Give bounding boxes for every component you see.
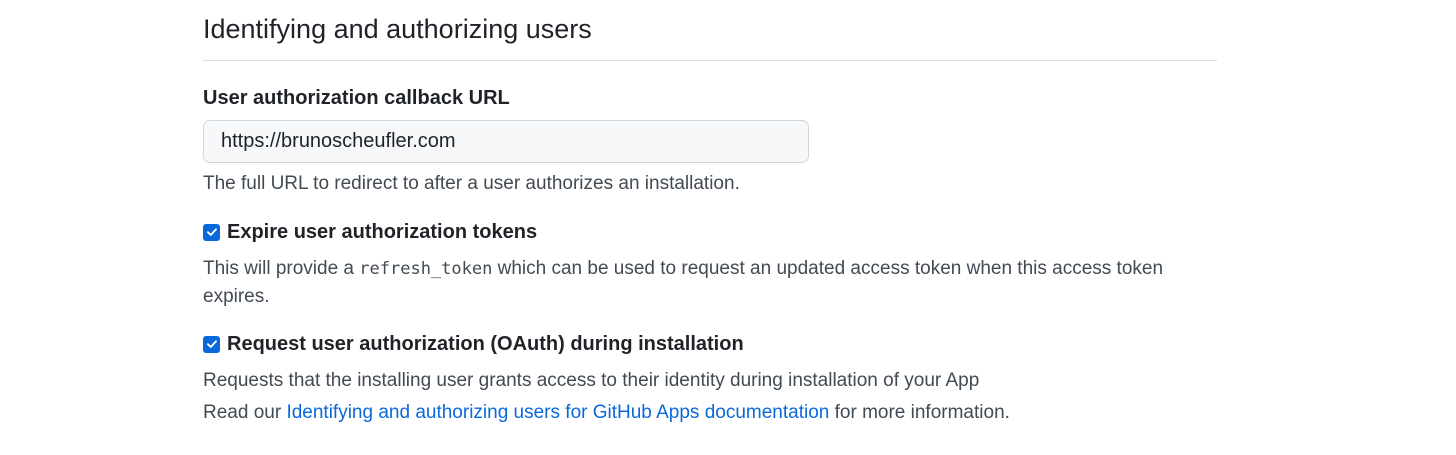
- request-oauth-label[interactable]: Request user authorization (OAuth) durin…: [227, 330, 744, 358]
- expire-tokens-label[interactable]: Expire user authorization tokens: [227, 218, 537, 246]
- request-oauth-option[interactable]: Request user authorization (OAuth) durin…: [203, 330, 744, 358]
- checkmark-icon: [206, 340, 217, 348]
- request-oauth-note: Requests that the installing user grants…: [203, 370, 980, 391]
- callback-url-input[interactable]: [203, 120, 809, 163]
- expire-tokens-note-start: This will provide a: [203, 258, 360, 279]
- callback-url-label: User authorization callback URL: [203, 87, 510, 109]
- docs-link[interactable]: Identifying and authorizing users for Gi…: [286, 402, 829, 423]
- request-oauth-checkbox[interactable]: [203, 335, 220, 353]
- expire-tokens-checkbox[interactable]: [203, 223, 220, 241]
- section-divider: [203, 60, 1217, 61]
- docs-suffix: for more information.: [829, 402, 1010, 423]
- section-title: Identifying and authorizing users: [203, 14, 592, 44]
- callback-url-note: The full URL to redirect to after a user…: [203, 173, 740, 194]
- docs-prefix: Read our: [203, 402, 287, 423]
- checkmark-icon: [206, 228, 217, 236]
- refresh-token-code: refresh_token: [359, 259, 493, 279]
- expire-tokens-option[interactable]: Expire user authorization tokens: [203, 218, 537, 246]
- expire-tokens-note: This will provide a refresh_token which …: [203, 255, 1183, 310]
- docs-note: Read our Identifying and authorizing use…: [203, 399, 1010, 426]
